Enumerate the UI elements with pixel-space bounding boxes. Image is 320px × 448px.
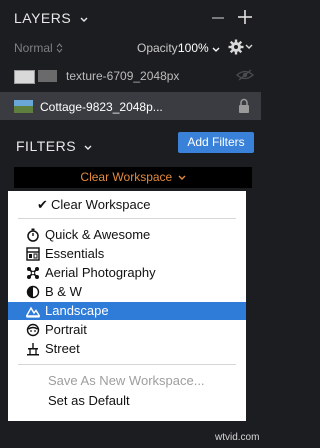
layer-thumbnail	[14, 100, 33, 113]
gear-icon[interactable]	[227, 38, 253, 56]
opacity-value: 100%	[178, 41, 209, 55]
menu-item-quick-awesome[interactable]: Quick & Awesome	[8, 226, 246, 244]
layers-title-label: LAYERS	[14, 10, 72, 26]
remove-layer-icon[interactable]	[211, 9, 225, 27]
street-icon	[26, 342, 40, 356]
layer-thumbnail	[14, 70, 35, 84]
menu-item-label: Save As New Workspace...	[48, 373, 205, 388]
half-circle-icon	[26, 285, 40, 299]
opacity-label: Opacity:	[137, 41, 182, 55]
workspace-select[interactable]: Clear Workspace	[14, 167, 252, 188]
layer-mask-thumbnail	[38, 70, 57, 82]
layer-name: Cottage-9823_2048p...	[40, 100, 163, 114]
updown-arrow-icon	[56, 42, 63, 56]
add-filters-button[interactable]: Add Filters	[178, 132, 254, 153]
menu-item-label: Clear Workspace	[51, 197, 151, 212]
watermark-text: wtvid.com	[215, 432, 260, 443]
menu-item-essentials[interactable]: Essentials	[8, 245, 246, 263]
add-layer-icon[interactable]	[237, 8, 253, 26]
menu-item-save-as-new-workspace[interactable]: Save As New Workspace...	[8, 372, 246, 390]
menu-item-portrait[interactable]: Portrait	[8, 321, 246, 339]
menu-item-street[interactable]: Street	[8, 340, 246, 358]
layers-panel-title[interactable]: LAYERS	[14, 10, 88, 26]
menu-item-bw[interactable]: B & W	[8, 283, 246, 301]
menu-item-label: Street	[45, 341, 80, 356]
menu-item-label: Essentials	[45, 246, 105, 261]
eye-hidden-icon[interactable]	[236, 68, 254, 82]
portrait-icon	[26, 323, 40, 337]
menu-item-label: B & W	[45, 284, 82, 299]
menu-item-label: Landscape	[45, 303, 109, 318]
chevron-down-icon	[212, 42, 220, 56]
essentials-icon	[26, 247, 40, 261]
workspace-menu: ✔ Clear Workspace Quick & Awesome Essent…	[8, 191, 246, 421]
menu-item-label: Quick & Awesome	[45, 227, 151, 242]
checkmark-icon: ✔	[37, 197, 48, 212]
blend-mode-value: Normal	[14, 41, 53, 55]
filters-title-label: FILTERS	[16, 138, 77, 154]
layer-name: texture-6709_2048px	[66, 69, 180, 83]
menu-item-label: Portrait	[45, 322, 87, 337]
chevron-down-icon	[84, 138, 92, 154]
workspace-select-value: Clear Workspace	[80, 170, 173, 184]
menu-item-aerial-photography[interactable]: Aerial Photography	[8, 264, 246, 282]
opacity-control[interactable]: 100%	[178, 41, 220, 56]
menu-divider	[18, 364, 236, 365]
menu-item-clear-workspace[interactable]: ✔ Clear Workspace	[8, 196, 246, 214]
lock-icon[interactable]	[238, 98, 250, 114]
chevron-down-icon	[178, 167, 186, 188]
filters-panel-title[interactable]: FILTERS	[16, 138, 92, 154]
menu-item-label: Aerial Photography	[45, 265, 156, 280]
menu-divider	[18, 218, 236, 219]
chevron-down-icon	[80, 10, 88, 26]
menu-item-landscape[interactable]: Landscape	[8, 302, 246, 320]
stopwatch-icon	[26, 228, 40, 242]
drone-icon	[26, 266, 40, 280]
menu-item-label: Set as Default	[48, 393, 130, 408]
blend-mode-select[interactable]: Normal	[14, 41, 63, 56]
menu-item-set-as-default[interactable]: Set as Default	[8, 392, 246, 410]
mountain-icon	[25, 304, 41, 318]
